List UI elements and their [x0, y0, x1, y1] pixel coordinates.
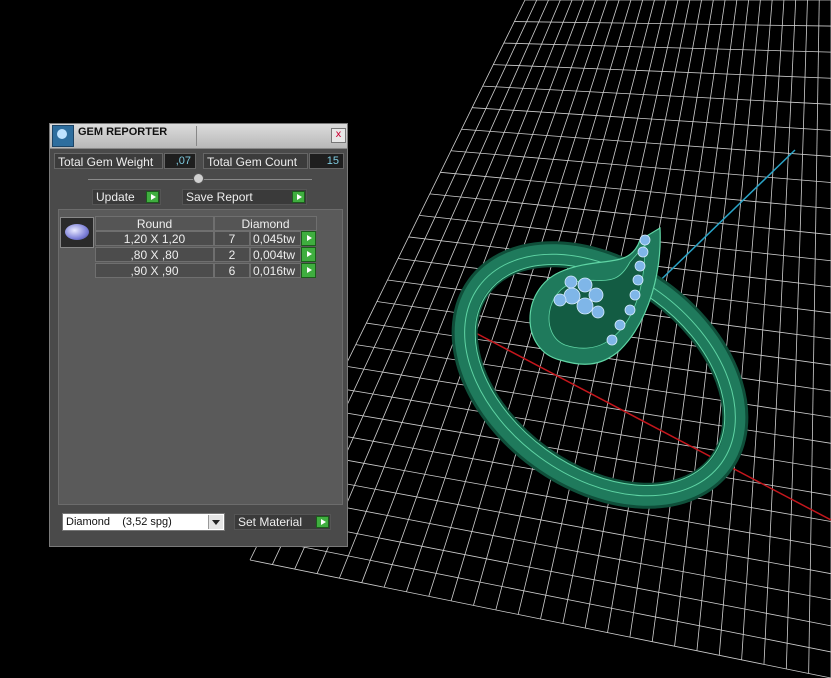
titlebar-divider [196, 126, 197, 146]
gem-stone[interactable] [629, 289, 641, 301]
table-row-size: ,90 X ,90 [95, 263, 214, 278]
table-row-count: 7 [214, 231, 250, 246]
table-row-count: 2 [214, 247, 250, 262]
gem-stone[interactable] [606, 334, 618, 346]
close-button[interactable]: x [331, 128, 346, 143]
set-material-go-icon [316, 516, 329, 528]
table-row-count: 6 [214, 263, 250, 278]
gem-stone[interactable] [639, 234, 651, 246]
material-select-value: Diamond (3,52 spg) [66, 516, 172, 528]
panel-title: GEM REPORTER [78, 126, 168, 138]
table-row-weight: 0,016tw [250, 263, 301, 278]
table-row-weight: 0,004tw [250, 247, 301, 262]
gem-stone[interactable] [614, 319, 626, 331]
row-go-icon[interactable] [301, 231, 316, 246]
gem-reporter-panel: GEM REPORTER x Total Gem Weight ,07 Tota… [49, 123, 348, 547]
gem-stone[interactable] [563, 287, 581, 305]
table-row-size: ,80 X ,80 [95, 247, 214, 262]
gem-stone[interactable] [577, 277, 593, 293]
set-material-button[interactable]: Set Material [234, 514, 331, 530]
gem-stone[interactable] [624, 304, 636, 316]
update-button-label: Update [96, 190, 135, 204]
total-gem-weight-value: ,07 [164, 153, 196, 169]
gem-reporter-icon [52, 125, 74, 147]
table-row-size: 1,20 X 1,20 [95, 231, 214, 246]
gem-stone[interactable] [634, 260, 646, 272]
total-gem-count-value: 15 [309, 153, 344, 169]
panel-titlebar[interactable]: GEM REPORTER x [50, 124, 347, 149]
gem-stone[interactable] [637, 246, 649, 258]
header-material: Diamond [214, 216, 317, 231]
splitter-handle[interactable] [193, 173, 204, 184]
gem-stone[interactable] [632, 274, 644, 286]
material-select[interactable]: Diamond (3,52 spg) [62, 513, 225, 531]
header-shape: Round [95, 216, 214, 231]
gem-stone[interactable] [588, 287, 604, 303]
gem-stone[interactable] [564, 275, 578, 289]
total-gem-weight-label: Total Gem Weight [54, 153, 163, 169]
update-button[interactable]: Update [92, 189, 161, 205]
table-row-weight: 0,045tw [250, 231, 301, 246]
save-report-button[interactable]: Save Report [182, 189, 307, 205]
row-go-icon[interactable] [301, 247, 316, 262]
save-report-go-icon [292, 191, 305, 203]
set-material-button-label: Set Material [238, 515, 303, 529]
save-report-button-label: Save Report [186, 190, 253, 204]
round-gem-icon[interactable] [60, 217, 94, 248]
update-go-icon [146, 191, 159, 203]
total-gem-count-label: Total Gem Count [203, 153, 308, 169]
gem-stone[interactable] [553, 293, 567, 307]
gem-stone[interactable] [576, 297, 594, 315]
row-go-icon[interactable] [301, 263, 316, 278]
chevron-down-icon[interactable] [208, 515, 223, 529]
gem-stone[interactable] [591, 305, 605, 319]
